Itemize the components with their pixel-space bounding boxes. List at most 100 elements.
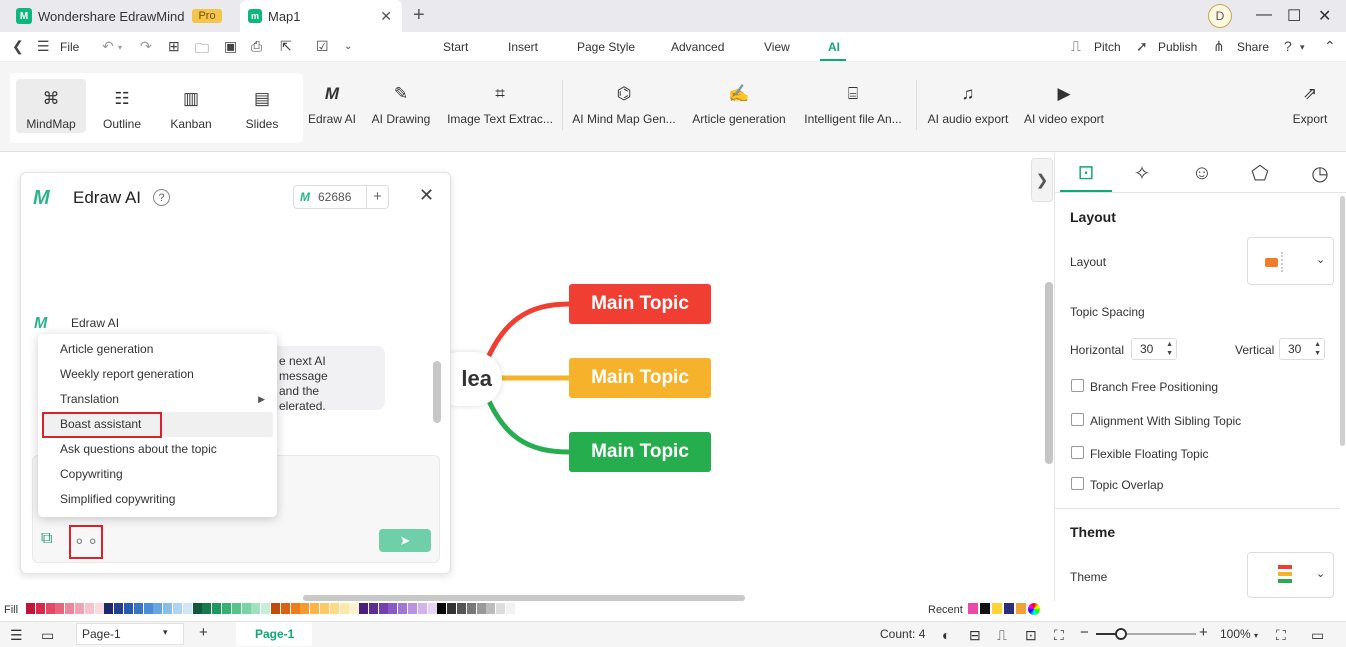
color-swatch[interactable] [192, 603, 202, 614]
color-swatch[interactable] [221, 603, 231, 614]
color-swatch[interactable] [84, 603, 94, 614]
menu-item-translation[interactable]: Translation ▶ [38, 387, 277, 412]
color-swatch[interactable] [172, 603, 182, 614]
pitch-button[interactable]: Pitch [1094, 40, 1121, 54]
recent-color-swatch[interactable] [968, 603, 978, 614]
color-swatch[interactable] [486, 603, 496, 614]
menu-item-simplified-copywriting[interactable]: Simplified copywriting [38, 487, 277, 512]
theme-icon[interactable]: ◐ [942, 627, 950, 643]
tab-history[interactable]: ◷ [1300, 160, 1340, 186]
stepper-icon[interactable]: ▲ ▼ [1166, 340, 1173, 358]
color-swatch[interactable] [319, 603, 329, 614]
publish-button[interactable]: Publish [1158, 40, 1197, 54]
panel-icon[interactable]: ▭ [1311, 627, 1324, 644]
color-swatch[interactable] [408, 603, 418, 614]
menu-item-weekly-report[interactable]: Weekly report generation [38, 362, 277, 387]
color-swatch[interactable] [476, 603, 486, 614]
minimize-icon[interactable]: — [1256, 6, 1272, 24]
color-swatch[interactable] [143, 603, 153, 614]
tab-ai-style[interactable]: ✧ [1122, 160, 1162, 186]
color-swatch[interactable] [368, 603, 378, 614]
color-swatch[interactable] [388, 603, 398, 614]
tab-theme[interactable]: ⬠ [1240, 160, 1280, 186]
page-tab[interactable]: Page-1 [236, 622, 312, 646]
color-swatch[interactable] [212, 603, 222, 614]
recent-color-swatch[interactable] [980, 603, 990, 614]
branch-free-checkbox[interactable] [1071, 379, 1084, 392]
color-swatch[interactable] [133, 603, 143, 614]
color-swatch[interactable] [35, 603, 45, 614]
color-swatch[interactable] [94, 603, 104, 614]
color-swatch[interactable] [359, 603, 369, 614]
panel-toggle-icon[interactable]: ▭ [41, 627, 54, 644]
canvas-scrollbar[interactable] [1045, 282, 1053, 464]
maximize-icon[interactable]: ☐ [1287, 6, 1301, 26]
color-swatch[interactable] [339, 603, 349, 614]
fit-page-icon[interactable]: ⊡ [1025, 627, 1037, 644]
main-topic-node[interactable]: Main Topic [569, 432, 711, 472]
add-credits-icon[interactable]: + [366, 186, 388, 208]
menu-item-ask-questions[interactable]: Ask questions about the topic [38, 437, 277, 462]
help-dropdown-icon[interactable]: ▾ [1300, 42, 1305, 53]
color-swatch[interactable] [104, 603, 114, 614]
page-select[interactable]: Page-1 ▾ [76, 623, 184, 645]
color-swatch[interactable] [349, 603, 359, 614]
color-swatch[interactable] [280, 603, 290, 614]
color-swatch[interactable] [55, 603, 65, 614]
zoom-in-icon[interactable]: + [1199, 624, 1208, 641]
close-window-icon[interactable]: ✕ [1318, 6, 1331, 26]
fullscreen-fit-icon[interactable]: ⛶ [1054, 627, 1064, 644]
color-swatch[interactable] [251, 603, 261, 614]
recent-color-swatch[interactable] [1004, 603, 1014, 614]
share-button[interactable]: Share [1237, 40, 1269, 54]
flexible-floating-checkbox[interactable] [1071, 446, 1084, 459]
add-page-icon[interactable]: + [199, 624, 208, 641]
horizontal-scrollbar[interactable] [303, 595, 745, 601]
avatar[interactable]: D [1208, 4, 1232, 28]
send-button[interactable]: ➤ [379, 529, 431, 552]
color-swatch[interactable] [153, 603, 163, 614]
presentation-icon[interactable]: ⎍ [997, 627, 1007, 644]
color-swatch[interactable] [378, 603, 388, 614]
color-swatch[interactable] [417, 603, 427, 614]
fullscreen-icon[interactable]: ⛶ [1276, 627, 1286, 644]
help-icon[interactable]: ? [1284, 38, 1292, 54]
collapse-panel-button[interactable]: ❯ [1031, 158, 1053, 202]
color-swatch[interactable] [114, 603, 124, 614]
color-swatch[interactable] [163, 603, 173, 614]
color-swatch[interactable] [182, 603, 192, 614]
color-swatch[interactable] [466, 603, 476, 614]
color-swatch[interactable] [26, 603, 35, 614]
tab-marker[interactable]: ☺ [1182, 160, 1222, 186]
color-swatch[interactable] [270, 603, 280, 614]
ai-tool-icon[interactable]: ⧉ [41, 530, 52, 548]
color-swatch[interactable] [300, 603, 310, 614]
color-swatch[interactable] [427, 603, 437, 614]
color-swatch[interactable] [74, 603, 84, 614]
close-icon[interactable]: ✕ [419, 185, 434, 206]
color-swatch[interactable] [310, 603, 320, 614]
alignment-sibling-checkbox[interactable] [1071, 413, 1084, 426]
zoom-slider-thumb[interactable] [1115, 628, 1127, 640]
zoom-level[interactable]: 100% ▾ [1220, 627, 1258, 641]
color-swatch[interactable] [496, 603, 506, 614]
color-swatch[interactable] [457, 603, 467, 614]
help-icon[interactable]: ? [153, 189, 170, 206]
color-swatch[interactable] [123, 603, 133, 614]
color-swatch[interactable] [437, 603, 447, 614]
color-swatch[interactable] [231, 603, 241, 614]
color-swatch[interactable] [65, 603, 75, 614]
color-swatch[interactable] [329, 603, 339, 614]
color-swatch[interactable] [45, 603, 55, 614]
color-swatch[interactable] [261, 603, 271, 614]
color-swatch[interactable] [290, 603, 300, 614]
page-list-icon[interactable]: ☰ [10, 627, 23, 644]
stepper-icon[interactable]: ▲ ▼ [1314, 340, 1321, 358]
recent-color-swatch[interactable] [1016, 603, 1026, 614]
scrollbar[interactable] [433, 361, 441, 423]
panel-scrollbar[interactable] [1340, 196, 1345, 446]
book-icon[interactable]: ⊟ [969, 627, 981, 644]
ai-video-export-button[interactable]: ▶ AI video export [1020, 82, 1108, 126]
vertical-spacing-input[interactable]: 30 ▲ ▼ [1279, 338, 1325, 360]
collapse-ribbon-icon[interactable]: ⌃ [1324, 38, 1336, 55]
